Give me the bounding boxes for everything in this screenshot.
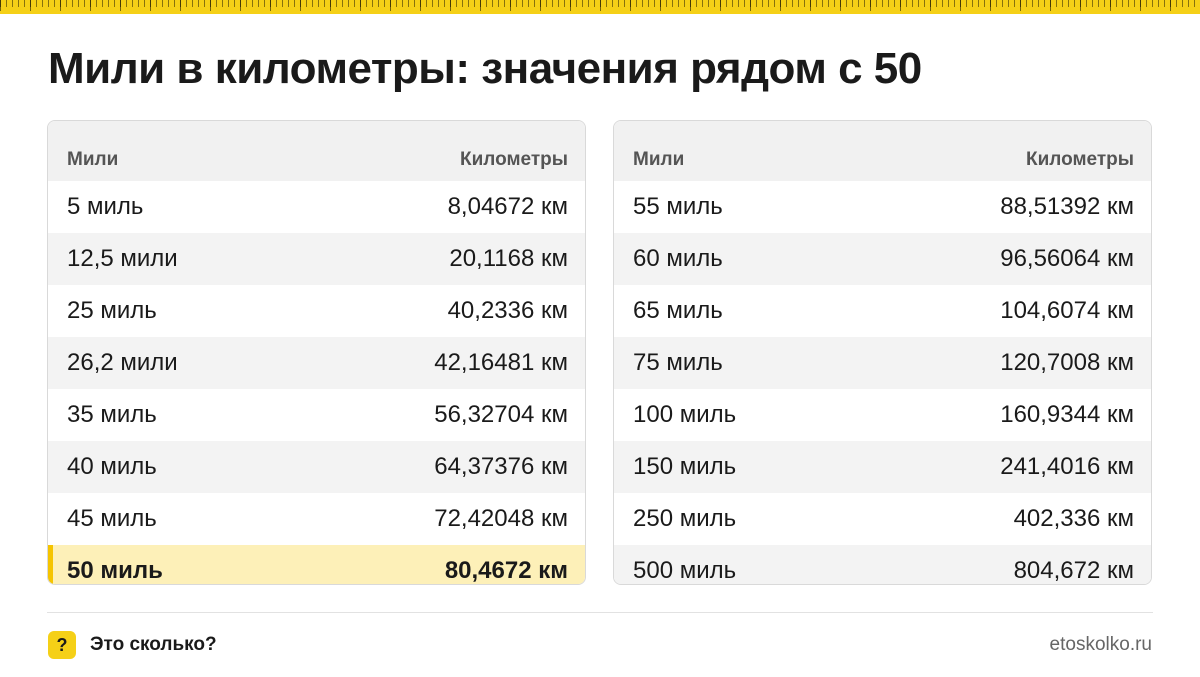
header-miles: Мили [67, 149, 119, 170]
cell-miles: 75 миль [633, 349, 723, 376]
cell-miles: 60 миль [633, 245, 723, 272]
table-row: 26,2 мили 42,16481 км [48, 337, 585, 389]
ruler-decoration [0, 0, 1200, 14]
cell-miles: 26,2 мили [67, 349, 178, 376]
cell-km: 88,51392 км [1000, 193, 1134, 220]
cell-miles: 35 миль [67, 401, 157, 428]
cell-miles: 12,5 мили [67, 245, 178, 272]
table-row: 100 миль 160,9344 км [614, 389, 1151, 441]
cell-km: 42,16481 км [434, 349, 568, 376]
cell-km: 8,04672 км [447, 193, 568, 220]
table-row-highlighted: 50 миль 80,4672 км [48, 545, 585, 584]
header-km: Километры [1026, 149, 1134, 170]
table-header: Мили Километры [48, 121, 585, 181]
cell-miles: 65 миль [633, 297, 723, 324]
cell-km: 72,42048 км [434, 505, 568, 532]
footer-divider [47, 612, 1153, 613]
header-km: Километры [460, 149, 568, 170]
cell-miles: 100 миль [633, 401, 737, 428]
cell-miles: 250 миль [633, 505, 737, 532]
cell-miles: 500 миль [633, 557, 737, 584]
page-title: Мили в километры: значения рядом с 50 [48, 44, 922, 93]
brand-name: Это сколько? [90, 634, 217, 655]
cell-km: 80,4672 км [444, 557, 568, 584]
table-row: 25 миль 40,2336 км [48, 285, 585, 337]
cell-km: 64,37376 км [434, 453, 568, 480]
cell-km: 56,32704 км [434, 401, 568, 428]
cell-km: 20,1168 км [449, 245, 568, 272]
table-row: 60 миль 96,56064 км [614, 233, 1151, 285]
header-miles: Мили [633, 149, 685, 170]
table-row: 55 миль 88,51392 км [614, 181, 1151, 233]
table-row: 5 миль 8,04672 км [48, 181, 585, 233]
cell-km: 104,6074 км [1000, 297, 1134, 324]
cell-miles: 40 миль [67, 453, 157, 480]
cell-km: 120,7008 км [1000, 349, 1134, 376]
table-row: 250 миль 402,336 км [614, 493, 1151, 545]
table-row: 40 миль 64,37376 км [48, 441, 585, 493]
site-link[interactable]: etoskolko.ru [1050, 634, 1152, 656]
cell-miles: 50 миль [67, 557, 163, 584]
cell-miles: 150 миль [633, 453, 737, 480]
cell-miles: 25 миль [67, 297, 157, 324]
cell-miles: 55 миль [633, 193, 723, 220]
table-row: 500 миль 804,672 км [614, 545, 1151, 584]
cell-km: 96,56064 км [1000, 245, 1134, 272]
brand-logo[interactable]: ? Это сколько? [48, 631, 217, 659]
table-row: 150 миль 241,4016 км [614, 441, 1151, 493]
conversion-table-left: Мили Километры 5 миль 8,04672 км 12,5 ми… [47, 120, 586, 585]
cell-km: 40,2336 км [447, 297, 568, 324]
table-row: 65 миль 104,6074 км [614, 285, 1151, 337]
cell-km: 160,9344 км [1000, 401, 1134, 428]
cell-km: 402,336 км [1013, 505, 1134, 532]
table-row: 75 миль 120,7008 км [614, 337, 1151, 389]
question-icon: ? [48, 631, 76, 659]
cell-miles: 45 миль [67, 505, 157, 532]
table-row: 12,5 мили 20,1168 км [48, 233, 585, 285]
table-row: 35 миль 56,32704 км [48, 389, 585, 441]
cell-km: 241,4016 км [1000, 453, 1134, 480]
cell-km: 804,672 км [1013, 557, 1134, 584]
conversion-table-right: Мили Километры 55 миль 88,51392 км 60 ми… [613, 120, 1152, 585]
cell-miles: 5 миль [67, 193, 144, 220]
table-row: 45 миль 72,42048 км [48, 493, 585, 545]
table-header: Мили Километры [614, 121, 1151, 181]
